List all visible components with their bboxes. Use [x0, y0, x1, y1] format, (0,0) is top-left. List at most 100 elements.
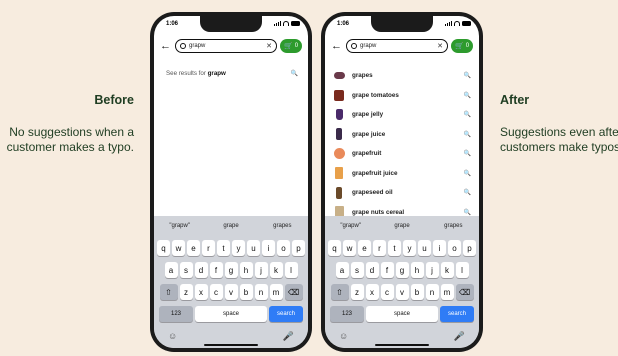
key[interactable]: c	[380, 284, 394, 300]
key[interactable]: r	[202, 240, 215, 256]
key[interactable]: k	[440, 262, 454, 278]
shift-key[interactable]: ⇧	[330, 284, 349, 300]
suggestion-item[interactable]: grapeseed oil 🔍	[333, 183, 471, 203]
after-label-block: After Suggestions even after customers m…	[500, 93, 618, 155]
key[interactable]: g	[224, 262, 238, 278]
key[interactable]: i	[262, 240, 275, 256]
prediction-item[interactable]: "grapw"	[154, 223, 205, 229]
key[interactable]: r	[373, 240, 386, 256]
key[interactable]: d	[194, 262, 208, 278]
key[interactable]: x	[194, 284, 208, 300]
search-input[interactable]: grapw ✕	[346, 39, 448, 53]
key[interactable]: w	[343, 240, 356, 256]
suggestion-item[interactable]: grapefruit 🔍	[333, 144, 471, 164]
after-phone: 1:06 ← grapw ✕ 🛒 0 grapes 🔍 grape tomato…	[321, 12, 483, 352]
suggestion-item[interactable]: grape tomatoes 🔍	[333, 86, 471, 106]
key[interactable]: b	[239, 284, 253, 300]
key[interactable]: j	[425, 262, 439, 278]
key[interactable]: p	[463, 240, 476, 256]
search-key[interactable]: search	[440, 306, 474, 322]
cart-icon: 🛒	[454, 43, 464, 50]
cart-button[interactable]: 🛒 0	[451, 39, 473, 53]
suggestion-item[interactable]: grape jelly 🔍	[333, 105, 471, 125]
status-bar: 1:06	[154, 21, 308, 31]
key[interactable]: z	[179, 284, 193, 300]
key[interactable]: t	[388, 240, 401, 256]
key[interactable]: x	[365, 284, 379, 300]
key[interactable]: m	[440, 284, 454, 300]
key[interactable]: z	[350, 284, 364, 300]
key[interactable]: q	[157, 240, 170, 256]
suggestion-item[interactable]: grapes 🔍	[333, 66, 471, 86]
shift-key[interactable]: ⇧	[159, 284, 178, 300]
key[interactable]: n	[254, 284, 268, 300]
wifi-icon	[283, 21, 289, 26]
battery-icon	[462, 21, 471, 26]
key[interactable]: e	[187, 240, 200, 256]
prediction-item[interactable]: "grapw"	[325, 223, 376, 229]
prediction-item[interactable]: grapes	[257, 223, 308, 229]
suggestion-item[interactable]: grapefruit juice 🔍	[333, 164, 471, 184]
search-key[interactable]: search	[269, 306, 303, 322]
key[interactable]: w	[172, 240, 185, 256]
key[interactable]: c	[209, 284, 223, 300]
suggestion-item[interactable]: grape juice 🔍	[333, 125, 471, 145]
backspace-key[interactable]: ⌫	[284, 284, 303, 300]
key[interactable]: u	[418, 240, 431, 256]
prediction-item[interactable]: grape	[205, 223, 256, 229]
cart-button[interactable]: 🛒 0	[280, 39, 302, 53]
key[interactable]: s	[350, 262, 364, 278]
key[interactable]: s	[179, 262, 193, 278]
key[interactable]: h	[239, 262, 253, 278]
key[interactable]: f	[380, 262, 394, 278]
key[interactable]: v	[224, 284, 238, 300]
key[interactable]: a	[164, 262, 178, 278]
key[interactable]: t	[217, 240, 230, 256]
key[interactable]: l	[284, 262, 298, 278]
emoji-icon[interactable]: ☺	[168, 331, 177, 342]
key[interactable]: e	[358, 240, 371, 256]
key[interactable]: o	[448, 240, 461, 256]
wifi-icon	[454, 21, 460, 26]
key[interactable]: m	[269, 284, 283, 300]
key[interactable]: b	[410, 284, 424, 300]
prediction-item[interactable]: grape	[376, 223, 427, 229]
key[interactable]: h	[410, 262, 424, 278]
emoji-icon[interactable]: ☺	[339, 331, 348, 342]
clear-icon[interactable]: ✕	[437, 42, 443, 50]
key-row-2: a s d f g h j k l	[325, 262, 479, 278]
key[interactable]: j	[254, 262, 268, 278]
back-arrow-icon[interactable]: ←	[331, 40, 343, 52]
key[interactable]: a	[335, 262, 349, 278]
key[interactable]: q	[328, 240, 341, 256]
space-key[interactable]: space	[366, 306, 438, 322]
key[interactable]: o	[277, 240, 290, 256]
key[interactable]: g	[395, 262, 409, 278]
predictive-bar: "grapw" grape grapes	[154, 218, 308, 234]
key[interactable]: d	[365, 262, 379, 278]
backspace-key[interactable]: ⌫	[455, 284, 474, 300]
see-results-row[interactable]: See results for grapw 🔍	[166, 70, 298, 77]
key[interactable]: k	[269, 262, 283, 278]
key[interactable]: i	[433, 240, 446, 256]
clear-icon[interactable]: ✕	[266, 42, 272, 50]
space-key[interactable]: space	[195, 306, 267, 322]
key[interactable]: u	[247, 240, 260, 256]
key[interactable]: y	[403, 240, 416, 256]
key[interactable]: p	[292, 240, 305, 256]
key[interactable]: n	[425, 284, 439, 300]
back-arrow-icon[interactable]: ←	[160, 40, 172, 52]
numbers-key[interactable]: 123	[159, 306, 193, 322]
search-input[interactable]: grapw ✕	[175, 39, 277, 53]
key[interactable]: f	[209, 262, 223, 278]
before-description: No suggestions when a customer makes a t…	[6, 125, 134, 154]
microphone-icon[interactable]: 🎤	[454, 331, 465, 342]
key[interactable]: v	[395, 284, 409, 300]
numbers-key[interactable]: 123	[330, 306, 364, 322]
prediction-item[interactable]: grapes	[428, 223, 479, 229]
microphone-icon[interactable]: 🎤	[283, 331, 294, 342]
key-row-1: q w e r t y u i o p	[154, 240, 308, 256]
key[interactable]: l	[455, 262, 469, 278]
key[interactable]: y	[232, 240, 245, 256]
key-row-2: a s d f g h j k l	[154, 262, 308, 278]
